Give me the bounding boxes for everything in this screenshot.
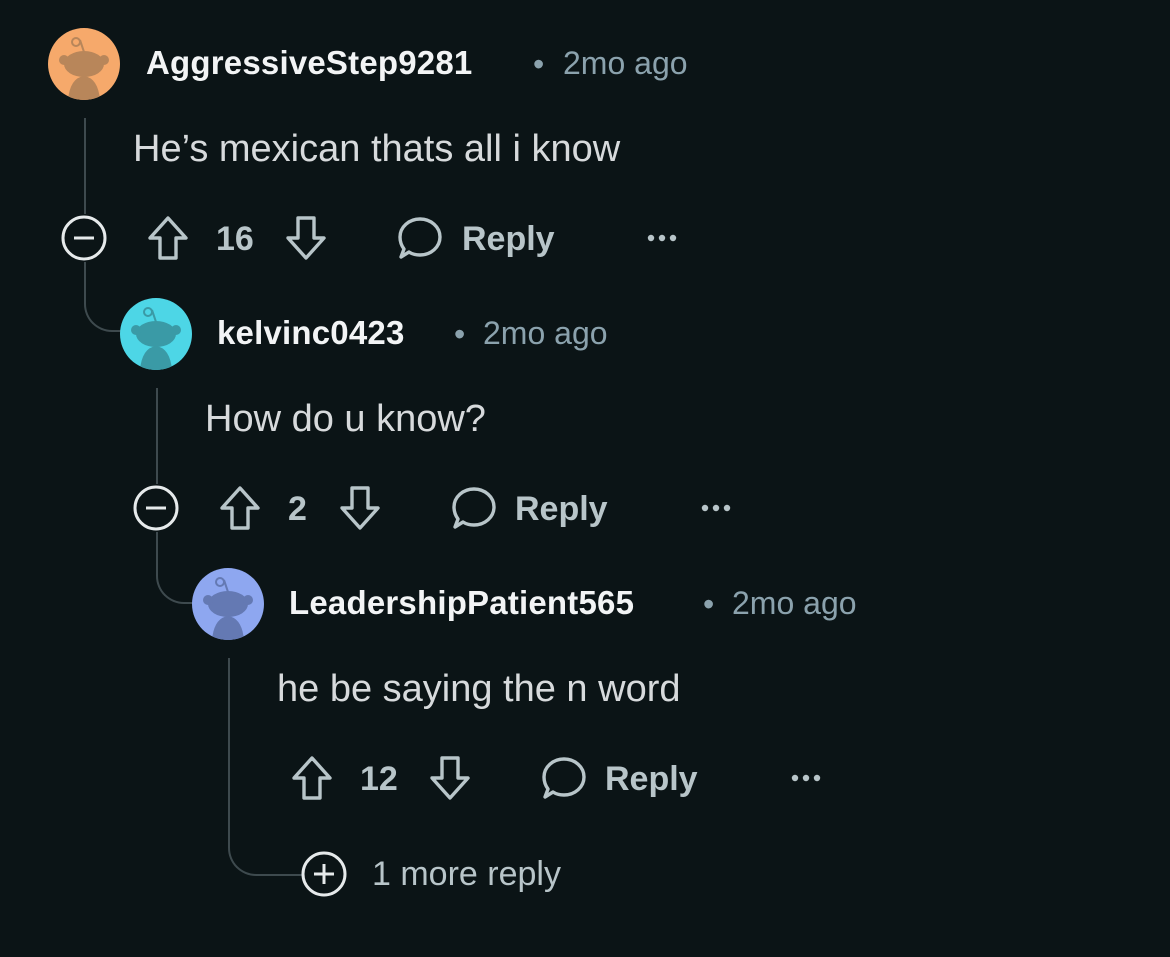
speech-bubble-icon[interactable]: [450, 484, 498, 532]
upvote-arrow-up-icon[interactable]: [290, 754, 334, 802]
timestamp: 2mo ago: [732, 585, 857, 621]
vote-count: 2: [288, 490, 307, 528]
comment-body: he be saying the n word: [277, 668, 681, 710]
thread-line: [84, 118, 86, 214]
speech-bubble-icon[interactable]: [540, 754, 588, 802]
snoo-avatar-icon: [192, 568, 264, 640]
minus-circle-icon[interactable]: [132, 484, 180, 532]
ellipsis-icon[interactable]: [790, 772, 822, 784]
thread-line: [156, 388, 158, 484]
thread-connector: [84, 262, 122, 332]
ellipsis-icon[interactable]: [700, 502, 732, 514]
comment-body: How do u know?: [205, 398, 486, 440]
ellipsis-icon[interactable]: [646, 232, 678, 244]
username[interactable]: kelvinc0423: [217, 314, 405, 352]
reply-button[interactable]: Reply: [605, 760, 698, 799]
comment-body: He’s mexican thats all i know: [133, 128, 621, 170]
minus-circle-icon[interactable]: [60, 214, 108, 262]
vote-count: 12: [360, 760, 398, 798]
vote-count: 16: [216, 220, 254, 258]
downvote-arrow-down-icon[interactable]: [428, 754, 472, 802]
avatar[interactable]: [48, 28, 120, 100]
upvote-arrow-up-icon[interactable]: [146, 214, 190, 262]
avatar[interactable]: [192, 568, 264, 640]
plus-circle-icon[interactable]: [300, 850, 348, 898]
timestamp: 2mo ago: [483, 315, 608, 351]
speech-bubble-icon[interactable]: [396, 214, 444, 262]
upvote-arrow-up-icon[interactable]: [218, 484, 262, 532]
reply-button[interactable]: Reply: [462, 220, 555, 259]
avatar[interactable]: [120, 298, 192, 370]
meta-separator: •: [533, 46, 545, 82]
snoo-avatar-icon: [120, 298, 192, 370]
meta-separator: •: [703, 586, 715, 622]
more-replies-label[interactable]: 1 more reply: [372, 855, 561, 894]
username[interactable]: AggressiveStep9281: [146, 44, 472, 82]
thread-connector: [156, 532, 194, 604]
meta-separator: •: [454, 316, 466, 352]
downvote-arrow-down-icon[interactable]: [338, 484, 382, 532]
downvote-arrow-down-icon[interactable]: [284, 214, 328, 262]
snoo-avatar-icon: [48, 28, 120, 100]
reply-button[interactable]: Reply: [515, 490, 608, 529]
username[interactable]: LeadershipPatient565: [289, 584, 634, 622]
timestamp: 2mo ago: [563, 45, 688, 81]
